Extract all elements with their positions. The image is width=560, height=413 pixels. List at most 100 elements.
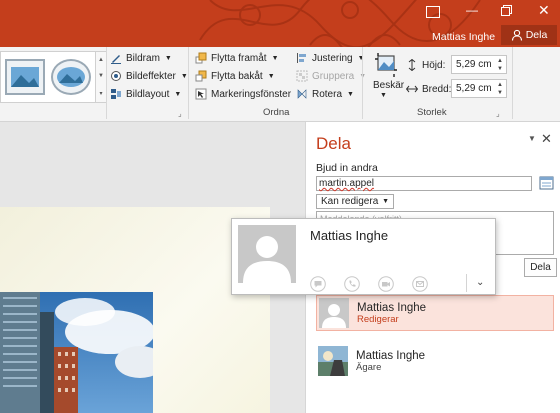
- chevron-down-icon: ▼: [267, 72, 275, 80]
- selection-pane-button[interactable]: Markeringsfönster: [195, 88, 291, 100]
- slide-picture[interactable]: [0, 292, 153, 413]
- person-silhouette-icon: [319, 298, 349, 328]
- up-icon[interactable]: ▲: [497, 81, 503, 89]
- picture-thumbnail-icon: [11, 67, 39, 87]
- width-label: Bredd:: [422, 83, 452, 95]
- owner-photo-icon: [318, 346, 348, 376]
- gallery-more-icon[interactable]: ▾: [99, 90, 102, 97]
- height-icon: [408, 59, 416, 71]
- crop-icon: [375, 53, 397, 77]
- picture-style-option-1[interactable]: [5, 59, 45, 95]
- size-group-label: Storlek: [417, 107, 447, 118]
- picture-thumbnail-oval-icon: [57, 67, 85, 87]
- person-text: Mattias Inghe Redigerar: [357, 302, 426, 325]
- user-name[interactable]: Mattias Inghe: [432, 31, 495, 43]
- address-book-svg: [539, 176, 554, 190]
- dialog-launcher-icon[interactable]: ⌟: [496, 109, 500, 118]
- chevron-down-icon: ▼: [382, 198, 389, 205]
- share-button[interactable]: Dela: [501, 25, 557, 45]
- crop-label: Beskär: [373, 80, 405, 91]
- invite-label: Bjud in andra: [316, 162, 378, 174]
- chevron-down-icon: ▼: [347, 90, 354, 98]
- permission-select[interactable]: Kan redigera ▼: [316, 194, 394, 209]
- down-icon[interactable]: ▼: [497, 65, 503, 73]
- group-icon: [296, 70, 308, 82]
- shared-person-editor[interactable]: Mattias Inghe Redigerar: [316, 295, 554, 331]
- picture-effects-icon: [111, 71, 121, 81]
- phone-icon: [344, 276, 360, 292]
- picture-effects-button[interactable]: Bildeffekter ▼: [110, 70, 188, 82]
- chevron-down-icon: ▼: [271, 54, 279, 62]
- contact-avatar: [238, 225, 296, 283]
- bring-forward-label: Flytta framåt: [211, 52, 267, 64]
- picture-effects-label: Bildeffekter: [126, 70, 176, 82]
- title-bar: — ✕ Mattias Inghe Dela: [0, 0, 560, 47]
- envelope-icon: [412, 276, 428, 292]
- down-icon[interactable]: ▼: [497, 89, 503, 97]
- share-pane-title: Dela: [316, 134, 351, 153]
- width-icon: [406, 85, 418, 93]
- contact-name: Mattias Inghe: [310, 228, 389, 243]
- bring-forward-button[interactable]: Flytta framåt ▼: [195, 52, 279, 64]
- picture-style-option-2[interactable]: [51, 59, 91, 95]
- ribbon-separator: [188, 47, 189, 119]
- chevron-down-icon: ▼: [180, 72, 188, 80]
- picture-style-gallery: ▲ ▼ ▾: [0, 51, 106, 103]
- height-label-group: Höjd:: [406, 59, 445, 71]
- building-photo: [0, 292, 153, 413]
- expand-card-chevron-icon[interactable]: ⌄: [476, 277, 484, 288]
- width-stepper[interactable]: ▲ ▼: [494, 79, 506, 98]
- person-role: Redigerar: [357, 313, 399, 325]
- ribbon-separator: [106, 47, 107, 119]
- rotate-button[interactable]: Rotera ▼: [296, 88, 354, 100]
- shared-person-owner[interactable]: Mattias Inghe Ägare: [316, 343, 554, 379]
- ribbon-display-options-icon[interactable]: [426, 6, 440, 18]
- share-button-label: Dela: [525, 29, 548, 41]
- card-divider: [466, 274, 467, 292]
- send-backward-label: Flytta bakåt: [211, 70, 263, 82]
- restore-icon[interactable]: [501, 7, 510, 16]
- im-icon[interactable]: [310, 276, 326, 292]
- group-label: Gruppera: [312, 70, 355, 82]
- gallery-up-icon[interactable]: ▲: [98, 57, 104, 63]
- camera-icon: [378, 276, 394, 292]
- invite-input-value: martin.appel: [319, 178, 375, 189]
- person-avatar: [319, 298, 349, 328]
- share-send-button[interactable]: Dela: [524, 258, 557, 277]
- gallery-scroll[interactable]: ▲ ▼ ▾: [95, 52, 106, 102]
- chevron-down-icon: ▼: [174, 90, 182, 98]
- send-backward-button[interactable]: Flytta bakåt ▼: [195, 70, 275, 82]
- rotate-icon: [297, 89, 307, 99]
- gallery-down-icon[interactable]: ▼: [98, 73, 104, 79]
- dialog-launcher-icon[interactable]: ⌟: [178, 109, 182, 118]
- person-text: Mattias Inghe Ägare: [356, 350, 425, 373]
- arrange-group-label: Ordna: [263, 107, 290, 118]
- align-icon: [297, 53, 306, 63]
- pane-options-icon[interactable]: ▼: [528, 134, 536, 143]
- chat-bubble-icon: [310, 276, 326, 292]
- picture-layout-button[interactable]: Bildlayout ▼: [110, 88, 181, 100]
- contact-card: Mattias Inghe ⌄: [231, 218, 496, 295]
- call-icon[interactable]: [344, 276, 360, 292]
- picture-border-button[interactable]: Bildram ▼: [110, 52, 172, 64]
- person-avatar: [318, 346, 348, 376]
- group-button[interactable]: Gruppera▼: [296, 70, 366, 82]
- crop-button[interactable]: [372, 52, 400, 80]
- minimize-icon[interactable]: —: [466, 3, 478, 17]
- video-icon[interactable]: [378, 276, 394, 292]
- address-book-icon[interactable]: [539, 176, 554, 190]
- permission-value: Kan redigera: [321, 196, 379, 207]
- close-window-icon[interactable]: ✕: [538, 2, 550, 19]
- person-silhouette-icon: [238, 225, 296, 283]
- height-stepper[interactable]: ▲ ▼: [494, 55, 506, 74]
- close-pane-icon[interactable]: ✕: [541, 131, 552, 147]
- email-icon[interactable]: [412, 276, 428, 292]
- selection-pane-label: Markeringsfönster: [211, 88, 292, 100]
- picture-border-label: Bildram: [126, 52, 160, 64]
- ribbon: ▲ ▼ ▾ Bildram ▼ Bildeffekter ▼ Bildlayout ▼ ⌟…: [0, 47, 560, 122]
- invite-input[interactable]: martin.appel: [316, 176, 532, 191]
- ribbon-separator: [362, 47, 363, 119]
- chevron-down-icon[interactable]: ▼: [380, 92, 387, 99]
- up-icon[interactable]: ▲: [497, 57, 503, 65]
- align-button[interactable]: Justering▼: [296, 52, 365, 64]
